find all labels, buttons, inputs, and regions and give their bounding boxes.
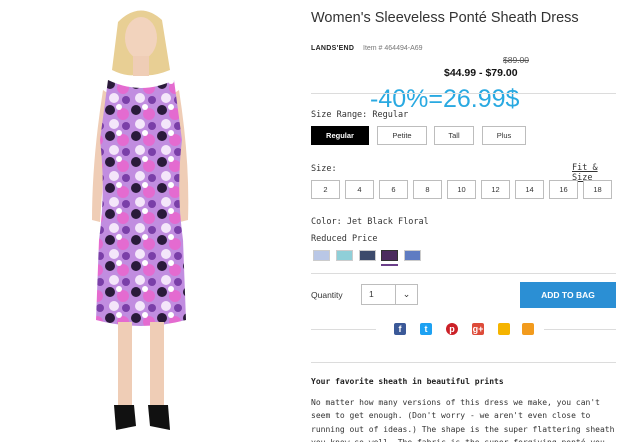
chevron-down-icon[interactable]: ⌄ [395,285,417,304]
reduced-price-label: Reduced Price [311,234,378,244]
divider [311,273,616,274]
product-details-panel: Women's Sleeveless Ponté Sheath Dress LA… [311,0,616,442]
size-range-petite[interactable]: Petite [377,126,427,145]
model-image [92,10,189,430]
size-option[interactable]: 10 [447,180,476,199]
size-option[interactable]: 4 [345,180,374,199]
divider [544,329,616,330]
color-label: Color: Jet Black Floral [311,217,429,227]
size-range-regular[interactable]: Regular [311,126,369,145]
color-swatch-navy-floral[interactable] [359,250,376,261]
divider [311,93,616,94]
size-option[interactable]: 2 [311,180,340,199]
size-option[interactable]: 12 [481,180,510,199]
description-heading: Your favorite sheath in beautiful prints [311,377,504,386]
divider [311,362,616,363]
twitter-icon[interactable]: t [420,323,432,335]
size-option[interactable]: 8 [413,180,442,199]
google-plus-icon[interactable]: g+ [472,323,484,335]
size-label: Size: [311,164,337,174]
quantity-select[interactable]: 1 ⌄ [361,284,418,305]
color-swatch-light-blue-floral[interactable] [313,250,330,261]
sale-price-range: $44.99 - $79.00 [444,67,518,79]
divider [311,329,376,330]
description-text: No matter how many versions of this dres… [311,398,615,442]
size-range-plus[interactable]: Plus [482,126,526,145]
facebook-icon[interactable]: f [394,323,406,335]
size-range-tall[interactable]: Tall [434,126,474,145]
polyvore-icon[interactable] [498,323,510,335]
size-option[interactable]: 6 [379,180,408,199]
color-swatch-blue-floral[interactable] [404,250,421,261]
item-number: Item # 464494-A69 [363,45,423,52]
size-range-label: Size Range: Regular [311,110,409,120]
quantity-value: 1 [369,289,374,299]
product-title: Women's Sleeveless Ponté Sheath Dress [311,10,579,26]
brand-logo: LANDS'END [311,45,355,52]
original-price: $89.00 [503,55,529,65]
size-option[interactable]: 18 [583,180,612,199]
email-icon[interactable] [522,323,534,335]
pinterest-icon[interactable]: p [446,323,458,335]
product-photo [0,0,296,442]
size-option[interactable]: 14 [515,180,544,199]
color-swatch-jet-black-floral[interactable] [381,250,398,261]
quantity-label: Quantity [311,290,343,300]
color-swatch-aqua-floral[interactable] [336,250,353,261]
add-to-bag-button[interactable]: ADD TO BAG [520,282,616,308]
selected-swatch-indicator [381,264,398,266]
size-option[interactable]: 16 [549,180,578,199]
